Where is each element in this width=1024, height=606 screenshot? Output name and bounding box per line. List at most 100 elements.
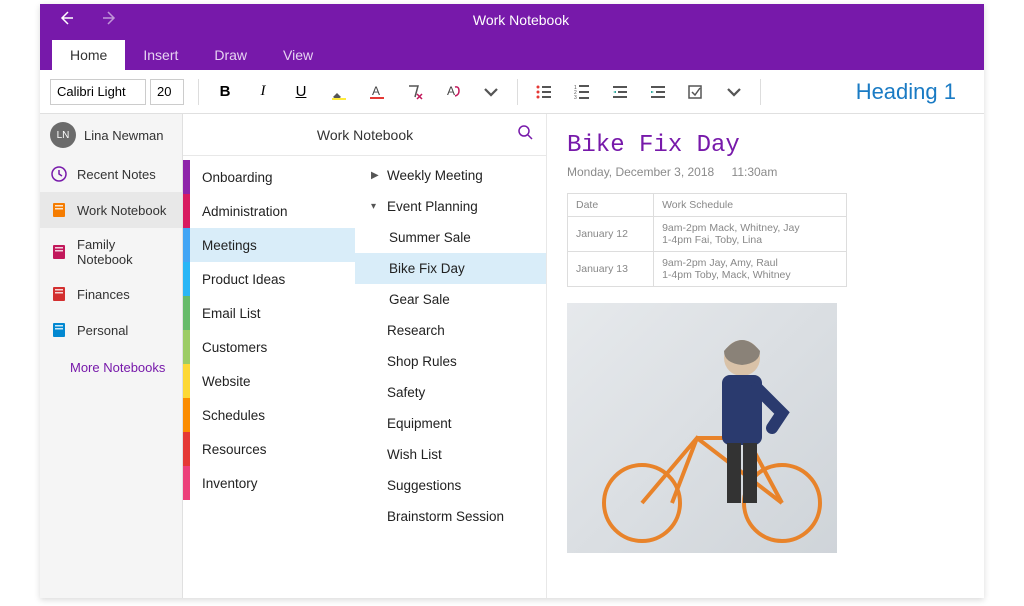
page-label: Weekly Meeting [387, 168, 483, 183]
section-label: Schedules [202, 408, 265, 423]
forward-icon[interactable] [102, 10, 118, 31]
page-label: Research [387, 323, 445, 338]
section-label: Product Ideas [202, 272, 285, 287]
page-brainstorm-session[interactable]: Brainstorm Session [355, 501, 546, 532]
notebook-icon [50, 201, 68, 219]
table-cell: January 12 [568, 217, 654, 252]
page-weekly-meeting[interactable]: ▶Weekly Meeting [355, 160, 546, 191]
note-title[interactable]: Bike Fix Day [567, 132, 964, 159]
page-shop-rules[interactable]: Shop Rules [355, 346, 546, 377]
section-email-list[interactable]: Email List [183, 296, 355, 330]
note-image[interactable] [567, 303, 837, 553]
sidebar-item-label: Finances [77, 287, 130, 302]
section-customers[interactable]: Customers [183, 330, 355, 364]
page-label: Bike Fix Day [389, 261, 465, 276]
section-onboarding[interactable]: Onboarding [183, 160, 355, 194]
search-icon[interactable] [517, 124, 533, 145]
page-equipment[interactable]: Equipment [355, 408, 546, 439]
table-header: Date [568, 194, 654, 217]
note-date: Monday, December 3, 2018 [567, 165, 714, 179]
section-product-ideas[interactable]: Product Ideas [183, 262, 355, 296]
page-gear-sale[interactable]: Gear Sale [355, 284, 546, 315]
indent-button[interactable] [646, 80, 670, 104]
table-cell: 9am-2pm Mack, Whitney, Jay1-4pm Fai, Tob… [654, 217, 847, 252]
notebook-icon [50, 243, 68, 261]
bullet-list-button[interactable] [532, 80, 556, 104]
page-suggestions[interactable]: Suggestions [355, 470, 546, 501]
highlight-button[interactable] [327, 80, 351, 104]
page-summer-sale[interactable]: Summer Sale [355, 222, 546, 253]
bold-button[interactable]: B [213, 80, 237, 104]
nav-group [58, 10, 118, 31]
schedule-table[interactable]: DateWork Schedule January 129am-2pm Mack… [567, 193, 847, 287]
ribbon-tabs: HomeInsertDrawView [40, 36, 984, 70]
tab-insert[interactable]: Insert [125, 40, 196, 70]
section-color-tab [183, 160, 190, 194]
more-notebooks-link[interactable]: More Notebooks [40, 348, 182, 375]
section-label: Website [202, 374, 251, 389]
section-label: Customers [202, 340, 267, 355]
italic-button[interactable]: I [251, 80, 275, 104]
underline-button[interactable]: U [289, 80, 313, 104]
sidebar-item-finances[interactable]: Finances [40, 276, 182, 312]
page-label: Equipment [387, 416, 452, 431]
section-schedules[interactable]: Schedules [183, 398, 355, 432]
page-label: Shop Rules [387, 354, 457, 369]
page-wish-list[interactable]: Wish List [355, 439, 546, 470]
clock-icon [50, 165, 68, 183]
font-color-button[interactable]: A [365, 80, 389, 104]
section-inventory[interactable]: Inventory [183, 466, 355, 500]
window-title: Work Notebook [118, 12, 924, 28]
todo-tag-button[interactable] [684, 80, 708, 104]
separator [760, 79, 761, 105]
note-canvas[interactable]: Bike Fix Day Monday, December 3, 2018 11… [547, 114, 984, 598]
font-name-input[interactable] [50, 79, 146, 105]
sidebar-item-family-notebook[interactable]: Family Notebook [40, 228, 182, 276]
outdent-button[interactable] [608, 80, 632, 104]
clear-formatting-button[interactable] [403, 80, 427, 104]
page-label: Suggestions [387, 478, 461, 493]
table-row[interactable]: January 129am-2pm Mack, Whitney, Jay1-4p… [568, 217, 847, 252]
format-painter-button[interactable]: A [441, 80, 465, 104]
page-safety[interactable]: Safety [355, 377, 546, 408]
sections-column: Work Notebook OnboardingAdministrationMe… [183, 114, 355, 598]
sidebar-item-recent-notes[interactable]: Recent Notes [40, 156, 182, 192]
section-website[interactable]: Website [183, 364, 355, 398]
notebook-icon [50, 285, 68, 303]
sidebar-item-label: Personal [77, 323, 128, 338]
section-meetings[interactable]: Meetings [183, 228, 355, 262]
user-row[interactable]: LN Lina Newman [40, 114, 182, 156]
sidebar-item-work-notebook[interactable]: Work Notebook [40, 192, 182, 228]
section-label: Resources [202, 442, 267, 457]
section-administration[interactable]: Administration [183, 194, 355, 228]
style-selector[interactable]: Heading 1 [856, 79, 956, 105]
page-bike-fix-day[interactable]: Bike Fix Day [355, 253, 546, 284]
notebooks-sidebar: LN Lina Newman Recent Notes Work Notebook… [40, 114, 183, 598]
sidebar-item-label: Family Notebook [77, 237, 172, 267]
back-icon[interactable] [58, 10, 74, 31]
page-event-planning[interactable]: ▾Event Planning [355, 191, 546, 222]
sidebar-item-label: Recent Notes [77, 167, 156, 182]
section-resources[interactable]: Resources [183, 432, 355, 466]
pages-column: ▶Weekly Meeting▾Event Planning Summer Sal… [355, 114, 547, 598]
note-meta: Monday, December 3, 2018 11:30am [567, 165, 964, 179]
table-cell: 9am-2pm Jay, Amy, Raul1-4pm Toby, Mack, … [654, 252, 847, 287]
sidebar-item-label: Work Notebook [77, 203, 166, 218]
more-paragraph-dropdown[interactable] [722, 80, 746, 104]
chevron-down-icon: ▾ [371, 201, 381, 212]
table-row[interactable]: January 139am-2pm Jay, Amy, Raul1-4pm To… [568, 252, 847, 287]
page-label: Brainstorm Session [387, 509, 504, 524]
tab-home[interactable]: Home [52, 40, 125, 70]
numbered-list-button[interactable]: 123 [570, 80, 594, 104]
more-font-dropdown[interactable] [479, 80, 503, 104]
section-label: Onboarding [202, 170, 273, 185]
section-color-tab [183, 262, 190, 296]
sidebar-item-personal[interactable]: Personal [40, 312, 182, 348]
font-size-input[interactable] [150, 79, 184, 105]
page-label: Summer Sale [389, 230, 471, 245]
tab-draw[interactable]: Draw [196, 40, 265, 70]
table-header: Work Schedule [654, 194, 847, 217]
tab-view[interactable]: View [265, 40, 331, 70]
page-research[interactable]: Research [355, 315, 546, 346]
section-color-tab [183, 432, 190, 466]
